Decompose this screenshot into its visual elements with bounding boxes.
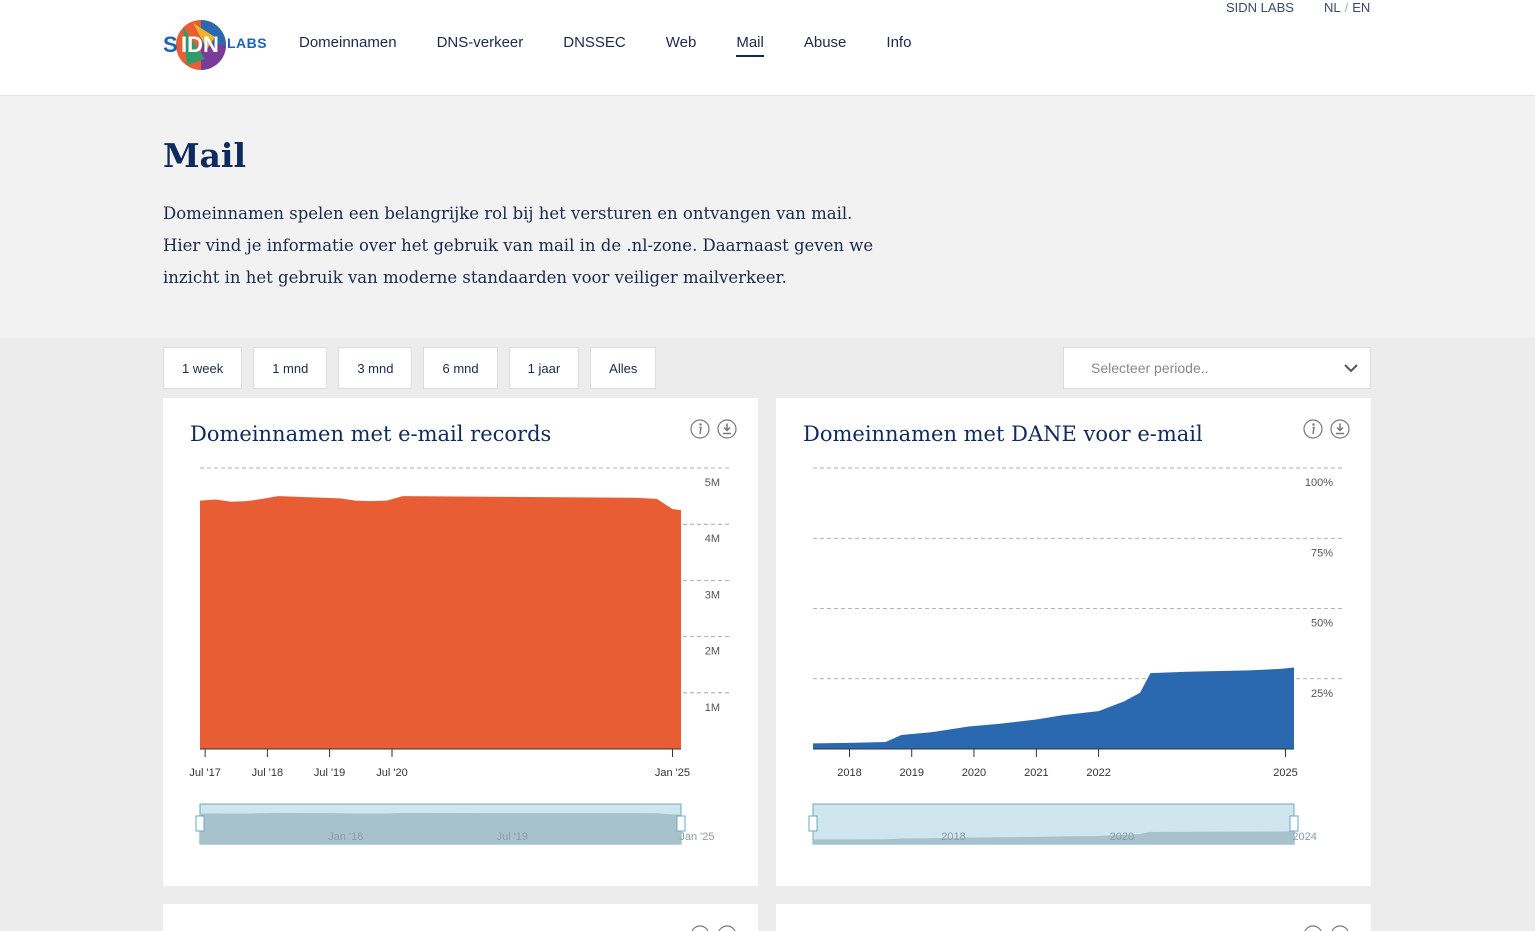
navigator-handle [195,815,205,832]
y-tick-label: 1M [705,702,720,714]
page-title: Mail [163,136,246,175]
info-icon[interactable] [1303,925,1323,931]
series-area [200,496,681,749]
sidn-labs-link[interactable]: SIDN LABS [1226,0,1294,15]
nav-item-web[interactable]: Web [666,34,697,57]
period-select[interactable]: Selecteer periode.. [1063,347,1371,389]
x-tick-label: Jul '18 [252,767,283,779]
navigator-handle [808,815,818,832]
info-icon[interactable] [690,925,710,931]
y-tick-label: 75% [1311,547,1333,559]
chart-dane-email[interactable]: 25% 50% 75% 100% 2018 2019 2020 2021 2022 2025 201… [776,398,1371,886]
nav-item-mail[interactable]: Mail [736,34,764,57]
sidn-logo-icon: S IDN [163,20,226,70]
lang-separator: / [1344,0,1349,15]
lang-en-link[interactable]: EN [1352,0,1370,15]
logo-word: LABS [227,35,268,51]
range-1-year-button[interactable]: 1 jaar [508,347,580,389]
navigator-label: 2018 [941,831,965,843]
sidn-labs-logo[interactable]: S IDN LABS [163,19,268,71]
y-tick-label: 4M [705,533,720,545]
nav-item-domeinnamen[interactable]: Domeinnamen [299,34,397,57]
main-nav: Domeinnamen DNS-verkeer DNSSEC Web Mail … [299,34,951,57]
svg-text:S: S [163,32,178,57]
navigator-label: 2020 [1110,831,1134,843]
y-tick-label: 2M [705,646,720,658]
navigator-handle [1289,815,1299,832]
svg-text:IDN: IDN [181,32,219,57]
range-selector: 1 week 1 mnd 3 mnd 6 mnd 1 jaar Alles [163,347,667,389]
chart-card-partial-right [776,904,1371,931]
chevron-down-icon [1344,364,1358,373]
navigator-label: Jul '19 [497,831,528,843]
lang-nl-link[interactable]: NL [1324,0,1341,15]
y-tick-label: 5M [705,477,720,489]
navigator-handle [676,815,686,832]
y-tick-label: 50% [1311,618,1333,630]
range-3-months-button[interactable]: 3 mnd [338,347,413,389]
page-intro: Domeinnamen spelen een belangrijke rol b… [163,204,874,287]
language-switch: NL / EN [1324,0,1370,15]
y-tick-label: 25% [1311,688,1333,700]
y-tick-label: 100% [1305,477,1333,489]
nav-item-info[interactable]: Info [886,34,911,57]
range-all-button[interactable]: Alles [590,347,657,389]
download-icon[interactable] [1330,925,1350,931]
chart-card-dane-email: Domeinnamen met DANE voor e-mail 25% 50% 7… [776,398,1371,886]
nav-item-abuse[interactable]: Abuse [804,34,847,57]
series-area [813,667,1294,749]
nav-item-dnssec[interactable]: DNSSEC [563,34,626,57]
chart-card-email-records: Domeinnamen met e-mail records 1M 2M 3M 4M 5… [163,398,758,886]
navigator-label: Jan '25 [679,831,714,843]
x-tick-label: Jan '25 [655,767,690,779]
x-tick-label: 2020 [962,767,986,779]
chart-email-records[interactable]: 1M 2M 3M 4M 5M Jul '17 Jul '18 Jul '19 Jul '20 Ja… [163,398,758,886]
range-1-month-button[interactable]: 1 mnd [253,347,328,389]
hero-section: Mail Domeinnamen spelen een belangrijke … [0,96,1535,338]
nav-item-dns-verkeer[interactable]: DNS-verkeer [437,34,524,57]
chart-card-partial-left [163,904,758,931]
x-tick-label: 2019 [899,767,923,779]
x-tick-label: Jul '19 [314,767,345,779]
range-1-week-button[interactable]: 1 week [163,347,243,389]
x-tick-label: 2018 [837,767,861,779]
site-header: SIDN LABS NL / EN S IDN LABS Domeinnamen D… [0,0,1535,96]
x-tick-label: Jul '17 [189,767,220,779]
navigator-label: 2024 [1292,831,1316,843]
range-6-months-button[interactable]: 6 mnd [423,347,498,389]
navigator-series [200,813,681,844]
period-select-placeholder: Selecteer periode.. [1091,360,1209,376]
x-tick-label: 2022 [1086,767,1110,779]
x-tick-label: 2021 [1024,767,1048,779]
y-tick-label: 3M [705,589,720,601]
x-tick-label: 2025 [1273,767,1297,779]
download-icon[interactable] [717,925,737,931]
navigator-label: Jan '18 [328,831,363,843]
x-tick-label: Jul '20 [376,767,407,779]
